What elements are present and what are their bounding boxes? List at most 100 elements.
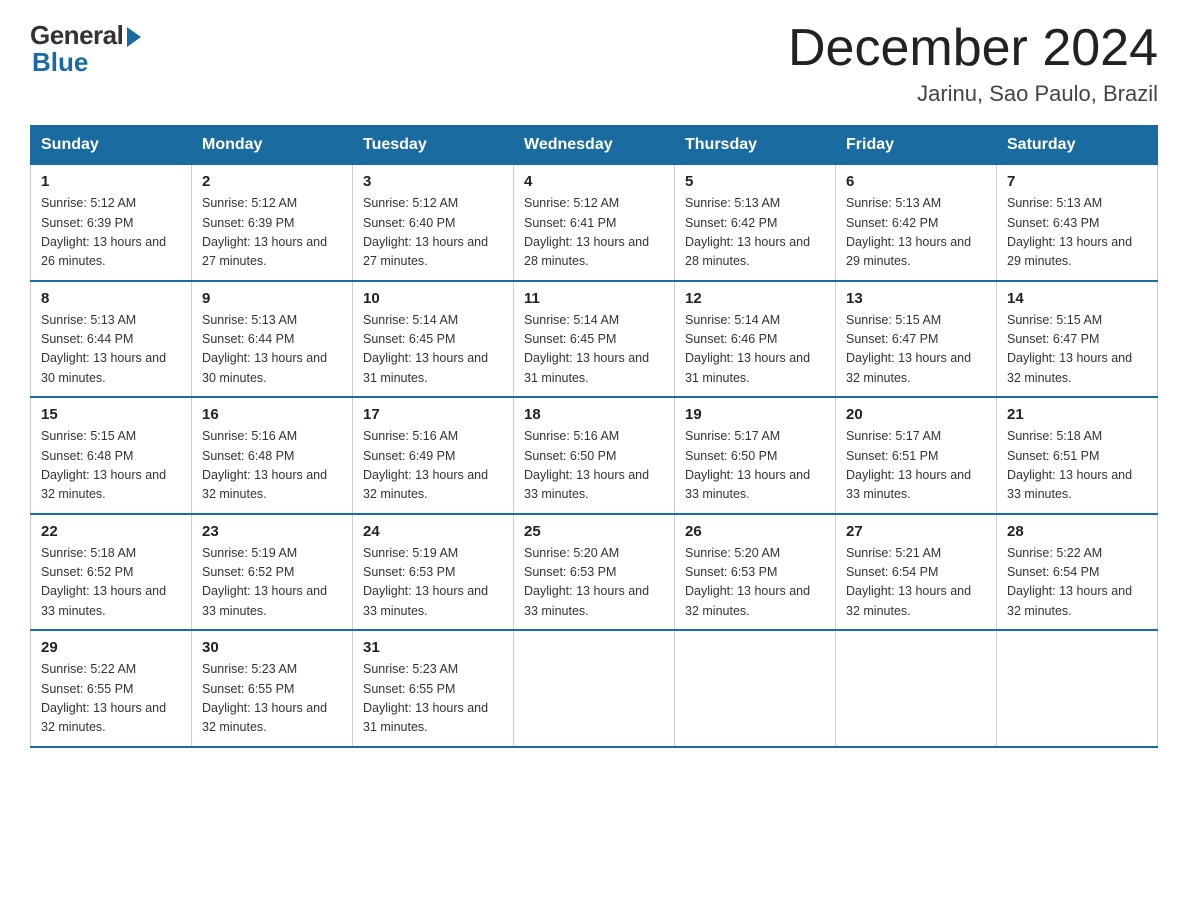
day-info: Sunrise: 5:15 AMSunset: 6:47 PMDaylight:… bbox=[846, 311, 986, 389]
day-number: 23 bbox=[202, 523, 342, 540]
page-header: General Blue December 2024 Jarinu, Sao P… bbox=[30, 20, 1158, 107]
calendar-day-cell bbox=[997, 630, 1158, 747]
day-number: 20 bbox=[846, 406, 986, 423]
calendar-week-row-1: 1 Sunrise: 5:12 AMSunset: 6:39 PMDayligh… bbox=[31, 165, 1158, 281]
calendar-day-cell: 24 Sunrise: 5:19 AMSunset: 6:53 PMDaylig… bbox=[353, 514, 514, 631]
day-info: Sunrise: 5:19 AMSunset: 6:53 PMDaylight:… bbox=[363, 544, 503, 622]
day-info: Sunrise: 5:12 AMSunset: 6:39 PMDaylight:… bbox=[41, 194, 181, 272]
day-number: 27 bbox=[846, 523, 986, 540]
calendar-week-row-2: 8 Sunrise: 5:13 AMSunset: 6:44 PMDayligh… bbox=[31, 281, 1158, 398]
calendar-day-cell: 30 Sunrise: 5:23 AMSunset: 6:55 PMDaylig… bbox=[192, 630, 353, 747]
calendar-header: SundayMondayTuesdayWednesdayThursdayFrid… bbox=[31, 126, 1158, 165]
calendar-day-cell: 7 Sunrise: 5:13 AMSunset: 6:43 PMDayligh… bbox=[997, 165, 1158, 281]
calendar-day-cell: 26 Sunrise: 5:20 AMSunset: 6:53 PMDaylig… bbox=[675, 514, 836, 631]
day-info: Sunrise: 5:13 AMSunset: 6:42 PMDaylight:… bbox=[685, 194, 825, 272]
calendar-day-cell: 27 Sunrise: 5:21 AMSunset: 6:54 PMDaylig… bbox=[836, 514, 997, 631]
calendar-day-cell: 5 Sunrise: 5:13 AMSunset: 6:42 PMDayligh… bbox=[675, 165, 836, 281]
calendar-day-cell: 2 Sunrise: 5:12 AMSunset: 6:39 PMDayligh… bbox=[192, 165, 353, 281]
day-info: Sunrise: 5:15 AMSunset: 6:47 PMDaylight:… bbox=[1007, 311, 1147, 389]
day-info: Sunrise: 5:18 AMSunset: 6:51 PMDaylight:… bbox=[1007, 427, 1147, 505]
calendar-week-row-5: 29 Sunrise: 5:22 AMSunset: 6:55 PMDaylig… bbox=[31, 630, 1158, 747]
day-info: Sunrise: 5:16 AMSunset: 6:49 PMDaylight:… bbox=[363, 427, 503, 505]
calendar-day-cell bbox=[514, 630, 675, 747]
calendar-day-cell: 1 Sunrise: 5:12 AMSunset: 6:39 PMDayligh… bbox=[31, 165, 192, 281]
logo: General Blue bbox=[30, 20, 141, 78]
calendar-body: 1 Sunrise: 5:12 AMSunset: 6:39 PMDayligh… bbox=[31, 165, 1158, 747]
calendar-day-cell: 19 Sunrise: 5:17 AMSunset: 6:50 PMDaylig… bbox=[675, 397, 836, 514]
calendar-day-cell: 23 Sunrise: 5:19 AMSunset: 6:52 PMDaylig… bbox=[192, 514, 353, 631]
calendar-day-cell: 18 Sunrise: 5:16 AMSunset: 6:50 PMDaylig… bbox=[514, 397, 675, 514]
day-number: 31 bbox=[363, 639, 503, 656]
calendar-day-cell: 12 Sunrise: 5:14 AMSunset: 6:46 PMDaylig… bbox=[675, 281, 836, 398]
day-number: 30 bbox=[202, 639, 342, 656]
logo-blue-text: Blue bbox=[32, 47, 88, 78]
day-number: 12 bbox=[685, 290, 825, 307]
day-number: 26 bbox=[685, 523, 825, 540]
month-title: December 2024 bbox=[788, 20, 1158, 77]
day-info: Sunrise: 5:16 AMSunset: 6:50 PMDaylight:… bbox=[524, 427, 664, 505]
day-info: Sunrise: 5:20 AMSunset: 6:53 PMDaylight:… bbox=[524, 544, 664, 622]
day-number: 1 bbox=[41, 173, 181, 190]
calendar-day-cell: 9 Sunrise: 5:13 AMSunset: 6:44 PMDayligh… bbox=[192, 281, 353, 398]
day-info: Sunrise: 5:14 AMSunset: 6:45 PMDaylight:… bbox=[524, 311, 664, 389]
weekday-header-saturday: Saturday bbox=[997, 126, 1158, 165]
day-number: 2 bbox=[202, 173, 342, 190]
day-number: 25 bbox=[524, 523, 664, 540]
day-number: 8 bbox=[41, 290, 181, 307]
day-info: Sunrise: 5:12 AMSunset: 6:41 PMDaylight:… bbox=[524, 194, 664, 272]
day-number: 17 bbox=[363, 406, 503, 423]
day-number: 13 bbox=[846, 290, 986, 307]
day-number: 15 bbox=[41, 406, 181, 423]
calendar-day-cell: 3 Sunrise: 5:12 AMSunset: 6:40 PMDayligh… bbox=[353, 165, 514, 281]
day-number: 14 bbox=[1007, 290, 1147, 307]
day-info: Sunrise: 5:22 AMSunset: 6:55 PMDaylight:… bbox=[41, 660, 181, 738]
weekday-header-wednesday: Wednesday bbox=[514, 126, 675, 165]
calendar-day-cell: 6 Sunrise: 5:13 AMSunset: 6:42 PMDayligh… bbox=[836, 165, 997, 281]
day-number: 10 bbox=[363, 290, 503, 307]
day-info: Sunrise: 5:13 AMSunset: 6:42 PMDaylight:… bbox=[846, 194, 986, 272]
calendar-day-cell: 13 Sunrise: 5:15 AMSunset: 6:47 PMDaylig… bbox=[836, 281, 997, 398]
day-number: 16 bbox=[202, 406, 342, 423]
calendar-day-cell: 8 Sunrise: 5:13 AMSunset: 6:44 PMDayligh… bbox=[31, 281, 192, 398]
calendar-day-cell: 21 Sunrise: 5:18 AMSunset: 6:51 PMDaylig… bbox=[997, 397, 1158, 514]
calendar-day-cell: 14 Sunrise: 5:15 AMSunset: 6:47 PMDaylig… bbox=[997, 281, 1158, 398]
day-number: 7 bbox=[1007, 173, 1147, 190]
day-info: Sunrise: 5:14 AMSunset: 6:45 PMDaylight:… bbox=[363, 311, 503, 389]
day-info: Sunrise: 5:13 AMSunset: 6:44 PMDaylight:… bbox=[41, 311, 181, 389]
weekday-header-thursday: Thursday bbox=[675, 126, 836, 165]
day-info: Sunrise: 5:13 AMSunset: 6:44 PMDaylight:… bbox=[202, 311, 342, 389]
calendar-day-cell: 10 Sunrise: 5:14 AMSunset: 6:45 PMDaylig… bbox=[353, 281, 514, 398]
calendar-day-cell: 29 Sunrise: 5:22 AMSunset: 6:55 PMDaylig… bbox=[31, 630, 192, 747]
weekday-header-sunday: Sunday bbox=[31, 126, 192, 165]
day-number: 18 bbox=[524, 406, 664, 423]
calendar-day-cell: 28 Sunrise: 5:22 AMSunset: 6:54 PMDaylig… bbox=[997, 514, 1158, 631]
weekday-header-friday: Friday bbox=[836, 126, 997, 165]
day-info: Sunrise: 5:19 AMSunset: 6:52 PMDaylight:… bbox=[202, 544, 342, 622]
location-subtitle: Jarinu, Sao Paulo, Brazil bbox=[788, 81, 1158, 107]
calendar-day-cell: 16 Sunrise: 5:16 AMSunset: 6:48 PMDaylig… bbox=[192, 397, 353, 514]
calendar-day-cell: 22 Sunrise: 5:18 AMSunset: 6:52 PMDaylig… bbox=[31, 514, 192, 631]
calendar-day-cell: 11 Sunrise: 5:14 AMSunset: 6:45 PMDaylig… bbox=[514, 281, 675, 398]
calendar-day-cell: 25 Sunrise: 5:20 AMSunset: 6:53 PMDaylig… bbox=[514, 514, 675, 631]
day-info: Sunrise: 5:16 AMSunset: 6:48 PMDaylight:… bbox=[202, 427, 342, 505]
day-number: 28 bbox=[1007, 523, 1147, 540]
day-info: Sunrise: 5:20 AMSunset: 6:53 PMDaylight:… bbox=[685, 544, 825, 622]
day-number: 11 bbox=[524, 290, 664, 307]
day-info: Sunrise: 5:14 AMSunset: 6:46 PMDaylight:… bbox=[685, 311, 825, 389]
day-number: 19 bbox=[685, 406, 825, 423]
day-info: Sunrise: 5:18 AMSunset: 6:52 PMDaylight:… bbox=[41, 544, 181, 622]
calendar-week-row-4: 22 Sunrise: 5:18 AMSunset: 6:52 PMDaylig… bbox=[31, 514, 1158, 631]
day-number: 3 bbox=[363, 173, 503, 190]
day-info: Sunrise: 5:17 AMSunset: 6:50 PMDaylight:… bbox=[685, 427, 825, 505]
calendar-day-cell: 17 Sunrise: 5:16 AMSunset: 6:49 PMDaylig… bbox=[353, 397, 514, 514]
day-number: 4 bbox=[524, 173, 664, 190]
weekday-header-row: SundayMondayTuesdayWednesdayThursdayFrid… bbox=[31, 126, 1158, 165]
day-number: 21 bbox=[1007, 406, 1147, 423]
day-info: Sunrise: 5:23 AMSunset: 6:55 PMDaylight:… bbox=[202, 660, 342, 738]
calendar-day-cell: 15 Sunrise: 5:15 AMSunset: 6:48 PMDaylig… bbox=[31, 397, 192, 514]
calendar-day-cell bbox=[675, 630, 836, 747]
calendar-week-row-3: 15 Sunrise: 5:15 AMSunset: 6:48 PMDaylig… bbox=[31, 397, 1158, 514]
day-info: Sunrise: 5:12 AMSunset: 6:39 PMDaylight:… bbox=[202, 194, 342, 272]
calendar-day-cell bbox=[836, 630, 997, 747]
day-info: Sunrise: 5:15 AMSunset: 6:48 PMDaylight:… bbox=[41, 427, 181, 505]
